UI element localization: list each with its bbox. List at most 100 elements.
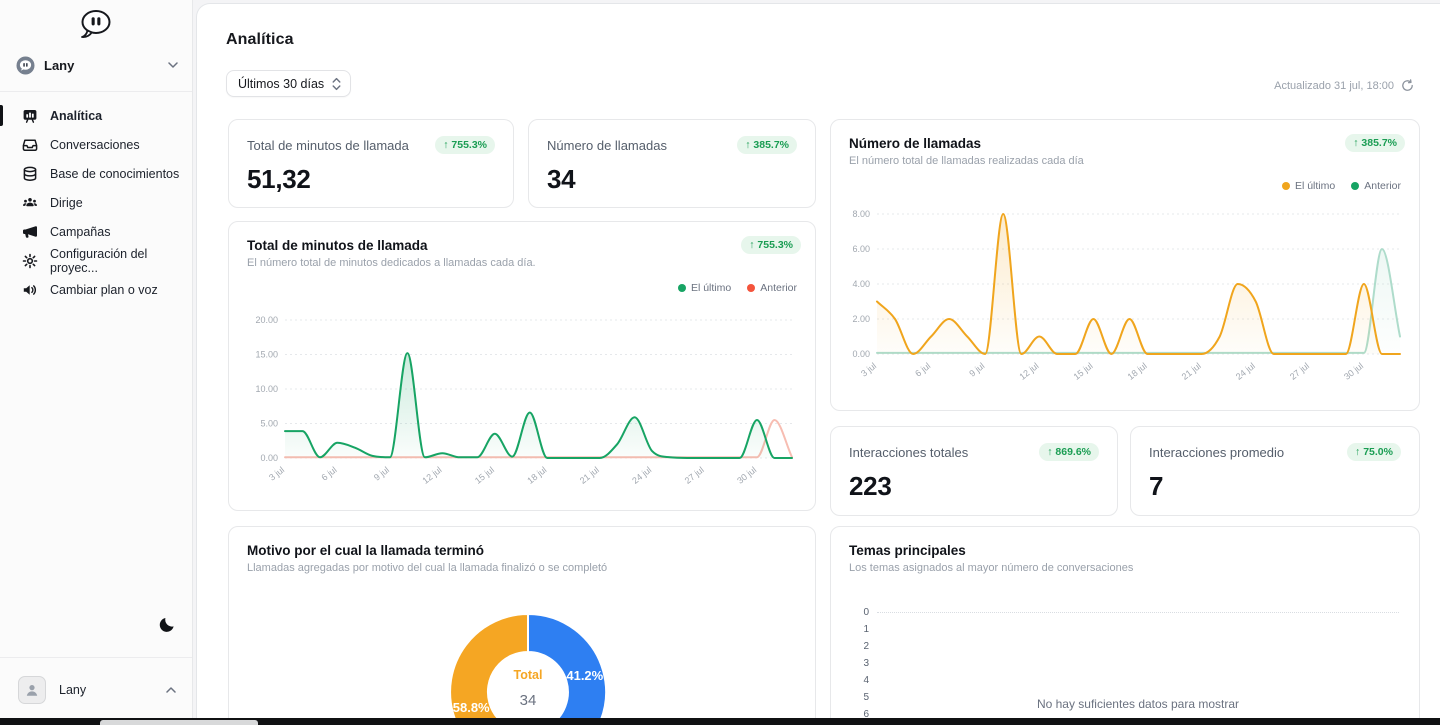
avatar [18,676,46,704]
speaker-icon [22,282,38,298]
svg-text:12 jul: 12 jul [1017,361,1040,382]
speech-bubble-logo-icon [81,10,111,38]
calls-area-chart[interactable]: 0.00 2.00 4.00 6.00 8.00 3 jul 6 jul 9 jul 12 ju… [831,196,1421,412]
last-updated-text: Actualizado 31 jul, 18:00 [1274,79,1394,92]
svg-text:58.8%: 58.8% [453,700,490,715]
chart-title: Temas principales [849,543,966,558]
stat-value: 34 [547,164,576,194]
sidebar-item-campanas[interactable]: Campañas [0,217,192,246]
chart-legend: El último Anterior [1281,180,1401,192]
legend-item: El último [677,282,732,294]
svg-text:6 jul: 6 jul [320,465,339,483]
sidebar-item-label: Campañas [50,224,111,239]
person-icon [26,685,38,696]
sidebar-item-label: Dirige [50,195,83,210]
svg-text:34: 34 [520,692,537,709]
stat-badge: ↑ 385.7% [737,136,797,154]
legend-label: El último [1294,180,1336,192]
legend-dot [677,284,686,292]
svg-text:21 jul: 21 jul [578,465,601,486]
sidebar-item-base-de-conocimientos[interactable]: Base de conocimientos [0,159,192,188]
svg-text:18 jul: 18 jul [525,465,548,486]
sidebar-item-analitica[interactable]: Analítica [0,101,192,130]
sidebar-item-label: Base de conocimientos [50,166,180,181]
user-name: Lany [59,683,87,697]
y-axis-ticks: 0123456 [855,607,869,725]
sidebar-item-conversaciones[interactable]: Conversaciones [0,130,192,159]
svg-text:10.00: 10.00 [255,384,278,394]
svg-text:Total: Total [514,668,543,682]
megaphone-icon [22,224,38,240]
svg-text:41.2%: 41.2% [566,668,603,683]
chart-subtitle: El número total de minutos dedicados a l… [247,257,536,269]
svg-text:3 jul: 3 jul [859,361,878,379]
chart-card-temas: Temas principales Los temas asignados al… [830,526,1420,725]
taskbar-window-tab[interactable] [100,720,258,725]
svg-text:6 jul: 6 jul [913,361,932,379]
svg-text:9 jul: 9 jul [372,465,391,483]
inbox-icon [22,137,38,153]
gear-icon [22,253,38,269]
empty-state-message: No hay suficientes datos para mostrar [1036,697,1240,711]
svg-text:0.00: 0.00 [260,453,278,463]
sidebar-footer-divider [0,657,192,658]
stat-value: 223 [849,471,892,501]
stat-title: Interacciones promedio [1149,444,1285,460]
legend-dot [1281,182,1290,190]
sidebar-item-label: Cambiar plan o voz [50,282,158,297]
sidebar: Lany Analítica Conversaciones Base de co… [0,0,193,725]
legend-label: Anterior [1364,180,1401,192]
refresh-icon[interactable] [1401,79,1414,92]
dark-mode-toggle[interactable] [159,615,179,635]
chart-card-motivo: Motivo por el cual la llamada terminó Ll… [228,526,816,725]
sidebar-item-dirige[interactable]: Dirige [0,188,192,217]
y-tick-label: 1 [863,624,869,635]
svg-text:24 jul: 24 jul [1234,361,1257,382]
svg-text:2.00: 2.00 [852,314,870,324]
date-range-value: Últimos 30 días [238,76,325,91]
svg-text:24 jul: 24 jul [630,465,653,486]
stat-badge: ↑ 75.0% [1347,443,1401,461]
svg-text:30 jul: 30 jul [735,465,758,486]
people-icon [22,195,38,211]
sidebar-item-label: Conversaciones [50,137,140,152]
svg-text:15.00: 15.00 [255,350,278,360]
chart-legend: El último Anterior [677,282,797,294]
moon-icon [159,618,174,632]
stat-card-interacciones-totales: Interacciones totales ↑ 869.6% 223 [830,426,1118,516]
sidebar-item-cambiar-plan-o-voz[interactable]: Cambiar plan o voz [0,275,192,304]
chevron-up-icon [166,687,176,693]
svg-text:27 jul: 27 jul [683,465,706,486]
legend-item: Anterior [747,282,797,294]
svg-text:8.00: 8.00 [852,209,870,219]
updown-chevron-icon [332,77,341,90]
stat-title: Número de llamadas [547,137,667,153]
sidebar-item-label: Analítica [50,108,103,123]
end-reason-donut-chart[interactable]: 41.2% 58.8% Total 34 [229,527,817,725]
minutes-area-chart[interactable]: 0.00 5.00 10.00 15.00 20.00 3 jul 6 jul 9 jul 12… [229,298,817,512]
workspace-selector[interactable]: Lany [0,52,192,78]
svg-text:30 jul: 30 jul [1342,361,1365,382]
legend-label: Anterior [760,282,797,294]
sidebar-item-label: Configuración del proyec... [50,246,148,275]
date-range-select[interactable]: Últimos 30 días [226,70,352,97]
sidebar-item-configuracion[interactable]: Configuración del proyec... [0,246,192,275]
svg-text:0.00: 0.00 [852,349,870,359]
chart-subtitle: Los temas asignados al mayor número de c… [849,562,1134,574]
svg-text:27 jul: 27 jul [1288,361,1311,382]
stat-card-total-minutos: Total de minutos de llamada ↑ 755.3% 51,… [228,119,514,208]
chart-title: Total de minutos de llamada [247,238,428,253]
app-logo [0,0,192,43]
user-menu[interactable]: Lany [0,672,192,708]
database-icon [22,166,38,182]
legend-label: El último [690,282,732,294]
workspace-name: Lany [44,57,75,73]
stat-value: 51,32 [247,164,311,194]
svg-text:4.00: 4.00 [852,279,870,289]
svg-text:15 jul: 15 jul [473,465,496,486]
sidebar-nav: Analítica Conversaciones Base de conocim… [0,101,192,304]
chart-badge: ↑ 755.3% [741,236,801,254]
chart-card-minutos: Total de minutos de llamada El número to… [228,221,816,511]
legend-item: Anterior [1351,180,1401,192]
legend-dot [747,284,756,292]
